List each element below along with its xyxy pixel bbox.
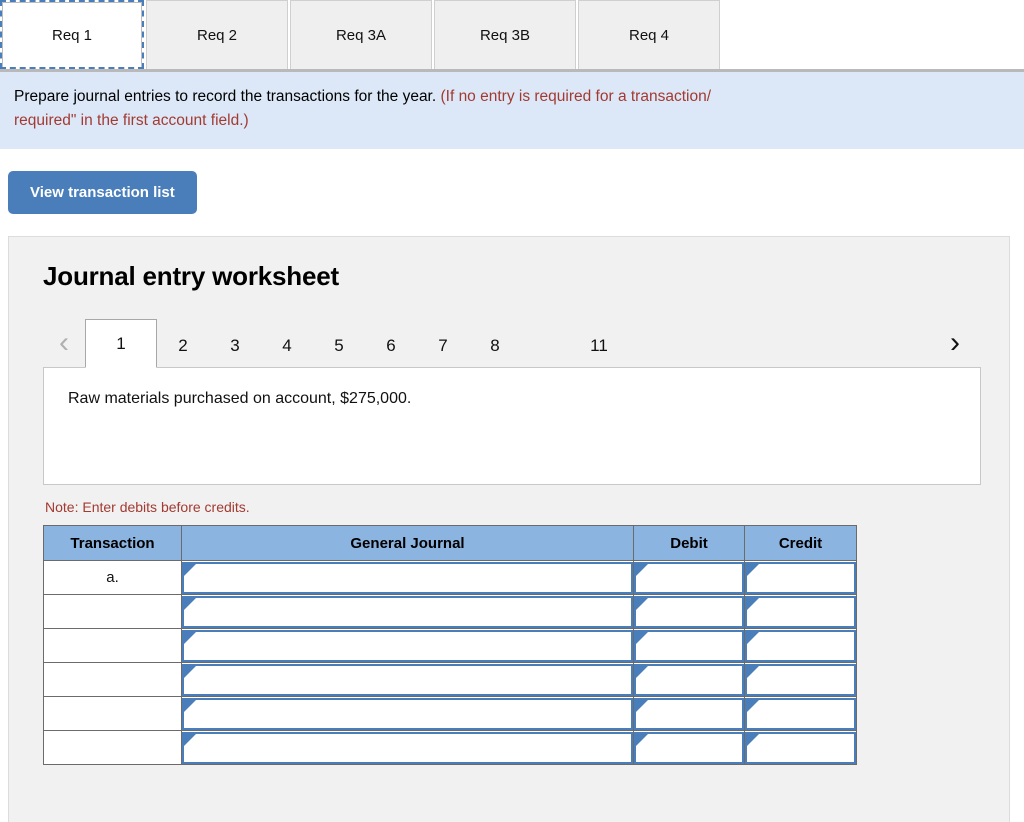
credit-cell bbox=[744, 662, 857, 698]
debit-cell bbox=[633, 560, 745, 596]
debit-input-row-2[interactable] bbox=[634, 595, 744, 628]
table-row bbox=[43, 628, 857, 664]
table-row bbox=[43, 730, 857, 766]
column-header-debit: Debit bbox=[633, 525, 745, 562]
column-header-general-journal: General Journal bbox=[181, 525, 634, 562]
general-journal-cell bbox=[181, 628, 634, 664]
debit-cell bbox=[633, 696, 745, 732]
worksheet-pager: ‹ 1 2 3 4 5 6 7 8 11 › bbox=[43, 314, 981, 369]
requirement-tab-bar: Req 1 Req 2 Req 3A Req 3B Req 4 bbox=[0, 0, 1024, 72]
account-name-input-row-4[interactable] bbox=[182, 663, 633, 696]
table-header-row: Transaction General Journal Debit Credit bbox=[43, 525, 857, 562]
tab-req-3b-label: Req 3B bbox=[479, 26, 531, 44]
instruction-main-text: Prepare journal entries to record the tr… bbox=[14, 88, 437, 105]
tab-req-1[interactable]: Req 1 bbox=[0, 0, 144, 69]
tab-req-3b[interactable]: Req 3B bbox=[434, 0, 576, 69]
tab-req-1-label: Req 1 bbox=[2, 2, 142, 67]
table-row bbox=[43, 696, 857, 732]
table-row bbox=[43, 594, 857, 630]
instruction-hint-part2: required" in the first account field.) bbox=[14, 112, 249, 130]
tab-req-4-label: Req 4 bbox=[628, 26, 670, 44]
transaction-label-cell: a. bbox=[43, 560, 182, 596]
page-title: Journal entry worksheet bbox=[43, 261, 339, 292]
table-row bbox=[43, 662, 857, 698]
credit-input-row-3[interactable] bbox=[745, 629, 856, 662]
pager-gap bbox=[521, 343, 573, 368]
tab-req-3a[interactable]: Req 3A bbox=[290, 0, 432, 69]
debit-input-row-5[interactable] bbox=[634, 697, 744, 730]
credit-cell bbox=[744, 628, 857, 664]
general-journal-cell bbox=[181, 560, 634, 596]
pager-page-2[interactable]: 2 bbox=[157, 323, 209, 368]
view-transaction-list-button[interactable]: View transaction list bbox=[8, 171, 197, 215]
debit-cell bbox=[633, 662, 745, 698]
credit-input-row-4[interactable] bbox=[745, 663, 856, 696]
chevron-left-icon[interactable]: ‹ bbox=[43, 328, 85, 368]
general-journal-cell bbox=[181, 730, 634, 766]
journal-entry-worksheet-panel: Journal entry worksheet ‹ 1 2 3 4 5 6 7 … bbox=[8, 236, 1010, 822]
credit-input-row-1[interactable] bbox=[745, 561, 856, 594]
toolbar: View transaction list bbox=[0, 149, 1024, 215]
account-name-input-row-2[interactable] bbox=[182, 595, 633, 628]
general-journal-cell bbox=[181, 696, 634, 732]
pager-page-5[interactable]: 5 bbox=[313, 323, 365, 368]
pager-page-4[interactable]: 4 bbox=[261, 323, 313, 368]
credit-cell bbox=[744, 696, 857, 732]
transaction-label-cell bbox=[43, 730, 182, 766]
tab-req-4[interactable]: Req 4 bbox=[578, 0, 720, 69]
pager-page-7[interactable]: 7 bbox=[417, 323, 469, 368]
transaction-label-cell bbox=[43, 662, 182, 698]
debit-input-row-4[interactable] bbox=[634, 663, 744, 696]
debits-before-credits-note: Note: Enter debits before credits. bbox=[45, 499, 250, 516]
tab-req-3a-label: Req 3A bbox=[335, 26, 387, 44]
instruction-hint-part1: (If no entry is required for a transacti… bbox=[440, 88, 712, 105]
transaction-description-box: Raw materials purchased on account, $275… bbox=[43, 367, 981, 486]
credit-input-row-2[interactable] bbox=[745, 595, 856, 628]
transaction-label-cell bbox=[43, 696, 182, 732]
credit-cell bbox=[744, 560, 857, 596]
transaction-label-cell bbox=[43, 628, 182, 664]
debit-cell bbox=[633, 628, 745, 664]
general-journal-cell bbox=[181, 662, 634, 698]
account-name-input-row-3[interactable] bbox=[182, 629, 633, 662]
instruction-banner: Prepare journal entries to record the tr… bbox=[0, 72, 1024, 150]
chevron-right-icon[interactable]: › bbox=[939, 328, 981, 368]
debit-input-row-3[interactable] bbox=[634, 629, 744, 662]
account-name-input-row-1[interactable] bbox=[182, 561, 633, 594]
tab-req-2-label: Req 2 bbox=[196, 26, 238, 44]
account-name-input-row-5[interactable] bbox=[182, 697, 633, 730]
debit-input-row-6[interactable] bbox=[634, 731, 744, 764]
column-header-credit: Credit bbox=[744, 525, 857, 562]
debit-cell bbox=[633, 730, 745, 766]
transaction-label-cell bbox=[43, 594, 182, 630]
pager-page-8[interactable]: 8 bbox=[469, 323, 521, 368]
pager-page-11[interactable]: 11 bbox=[573, 323, 625, 368]
pager-page-6[interactable]: 6 bbox=[365, 323, 417, 368]
credit-input-row-6[interactable] bbox=[745, 731, 856, 764]
credit-cell bbox=[744, 730, 857, 766]
pager-page-3[interactable]: 3 bbox=[209, 323, 261, 368]
debit-cell bbox=[633, 594, 745, 630]
credit-cell bbox=[744, 594, 857, 630]
debit-input-row-1[interactable] bbox=[634, 561, 744, 594]
general-journal-cell bbox=[181, 594, 634, 630]
journal-entry-table: Transaction General Journal Debit Credit… bbox=[43, 525, 857, 766]
account-name-input-row-6[interactable] bbox=[182, 731, 633, 764]
table-row: a. bbox=[43, 560, 857, 596]
pager-page-1[interactable]: 1 bbox=[85, 319, 157, 369]
tab-req-2[interactable]: Req 2 bbox=[146, 0, 288, 69]
credit-input-row-5[interactable] bbox=[745, 697, 856, 730]
column-header-transaction: Transaction bbox=[43, 525, 182, 562]
transaction-description-text: Raw materials purchased on account, $275… bbox=[68, 390, 412, 408]
